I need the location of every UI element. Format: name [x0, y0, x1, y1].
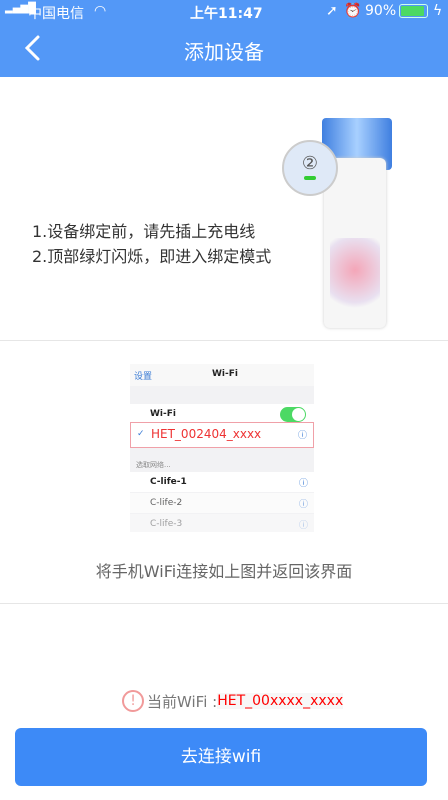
wifi-settings-screenshot: 设置 Wi-Fi Wi-Fi ✓ HET_002404_xxxx ⓘ 选取网络.…: [130, 364, 314, 532]
alarm-icon: ⏰: [344, 3, 362, 19]
wifi-toggle: [280, 407, 306, 422]
time: 上午11:47: [190, 6, 263, 22]
choosing-label: 选取网络...: [136, 461, 171, 469]
network-item: C-life-3: [150, 519, 183, 529]
back-label: 设置: [134, 372, 153, 382]
current-wifi-ssid: HET_00xxxx_xxxx: [217, 693, 344, 709]
battery-icon: [399, 4, 428, 18]
charging-icon: ϟ: [433, 3, 443, 19]
instructions: 1.设备绑定前，请先插上充电线 2.顶部绿灯闪烁，即进入绑定模式: [32, 219, 271, 269]
connect-wifi-button[interactable]: 去连接wifi: [15, 728, 427, 786]
network-item: C-life-2: [150, 498, 183, 508]
divider: [0, 340, 448, 341]
connect-instruction: 将手机WiFi连接如上图并返回该界面: [95, 562, 353, 581]
divider: [0, 603, 448, 604]
green-light-icon: [304, 176, 316, 180]
unicorn-image: [330, 238, 380, 318]
wifi-label: Wi-Fi: [150, 409, 176, 419]
magnified-indicator: ②: [282, 140, 338, 196]
status-bar: ▂▄▆█ 中国电信 ◠ 上午11:47 ➚ ⏰ 90% ϟ: [0, 0, 448, 22]
step-1: 1.设备绑定前，请先插上充电线: [32, 222, 256, 241]
current-wifi: ! 当前WiFi : HET_00xxxx_xxxx: [122, 690, 344, 712]
current-wifi-label: 当前WiFi :: [147, 692, 218, 711]
selected-network: HET_002404_xxxx: [151, 427, 262, 441]
carrier: 中国电信: [28, 6, 84, 22]
step-2: 2.顶部绿灯闪烁，即进入绑定模式: [32, 247, 272, 266]
device-illustration: ②: [282, 118, 392, 330]
wifi-icon: ◠: [94, 3, 107, 19]
network-item: C-life-1: [150, 477, 187, 487]
battery-percent: 90%: [365, 3, 397, 19]
location-icon: ➚: [326, 3, 338, 19]
warning-icon: !: [122, 690, 144, 712]
header: ▂▄▆█ 中国电信 ◠ 上午11:47 ➚ ⏰ 90% ϟ 添加设备: [0, 0, 448, 77]
check-icon: ✓: [137, 429, 145, 439]
page-title: 添加设备: [184, 40, 264, 64]
screenshot-title: Wi-Fi: [212, 369, 238, 379]
info-icon: ⓘ: [297, 431, 307, 441]
